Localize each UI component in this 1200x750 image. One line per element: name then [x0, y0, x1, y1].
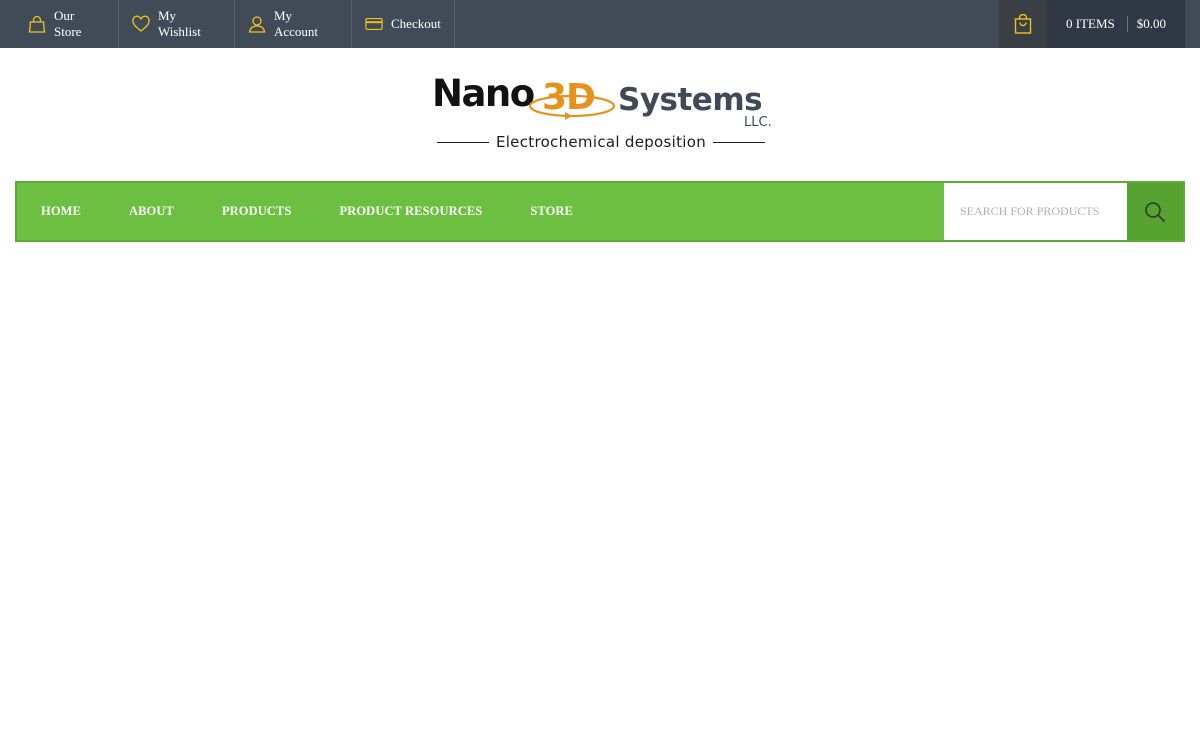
nav-item-store[interactable]: STORE: [506, 183, 597, 240]
our-store-link[interactable]: Our Store: [15, 0, 119, 48]
top-links: Our Store My Wishlist My Account Checkou…: [15, 0, 455, 48]
heart-icon: [132, 15, 150, 33]
checkout-label: Checkout: [391, 16, 441, 31]
search-icon: [1144, 201, 1166, 223]
tagline-text: Electrochemical deposition: [495, 133, 707, 151]
tagline-rule-left: [437, 141, 489, 143]
main-nav: HOME ABOUT PRODUCTS PRODUCT RESOURCES ST…: [15, 181, 1185, 242]
my-account-label: My Account: [274, 8, 319, 39]
my-wishlist-link[interactable]: My Wishlist: [119, 0, 235, 48]
cart-total: $0.00: [1136, 16, 1166, 31]
nav-item-home[interactable]: HOME: [17, 183, 105, 240]
main-menu: HOME ABOUT PRODUCTS PRODUCT RESOURCES ST…: [17, 183, 597, 240]
search-button[interactable]: [1127, 183, 1183, 240]
logo-word-systems: Systems: [618, 82, 762, 118]
cart-divider: [1126, 16, 1128, 32]
checkout-link[interactable]: Checkout: [352, 0, 455, 48]
cart-button[interactable]: [999, 0, 1047, 48]
credit-card-icon: [365, 15, 383, 33]
cart-item-count: 0 ITEMS: [1066, 16, 1115, 31]
shopping-bag-icon: [28, 15, 46, 33]
nav-item-product-resources[interactable]: PRODUCT RESOURCES: [316, 183, 507, 240]
logo-word-nano: Nano: [432, 72, 534, 115]
top-bar: Our Store My Wishlist My Account Checkou…: [0, 0, 1200, 48]
my-wishlist-label: My Wishlist: [158, 8, 201, 39]
logo-suffix: LLC.: [744, 115, 772, 130]
nav-item-about[interactable]: ABOUT: [105, 183, 198, 240]
logo-word-3d: 3D: [542, 77, 595, 118]
tagline-rule-right: [713, 141, 765, 143]
user-icon: [248, 15, 266, 33]
cart-bag-icon: [1014, 14, 1032, 34]
logo-tagline: Electrochemical deposition: [437, 131, 765, 153]
nav-item-products[interactable]: PRODUCTS: [198, 183, 316, 240]
my-account-link[interactable]: My Account: [235, 0, 352, 48]
our-store-label: Our Store: [54, 8, 82, 39]
cart-summary[interactable]: 0 ITEMS $0.00: [1047, 0, 1185, 48]
search-input[interactable]: [944, 183, 1127, 240]
